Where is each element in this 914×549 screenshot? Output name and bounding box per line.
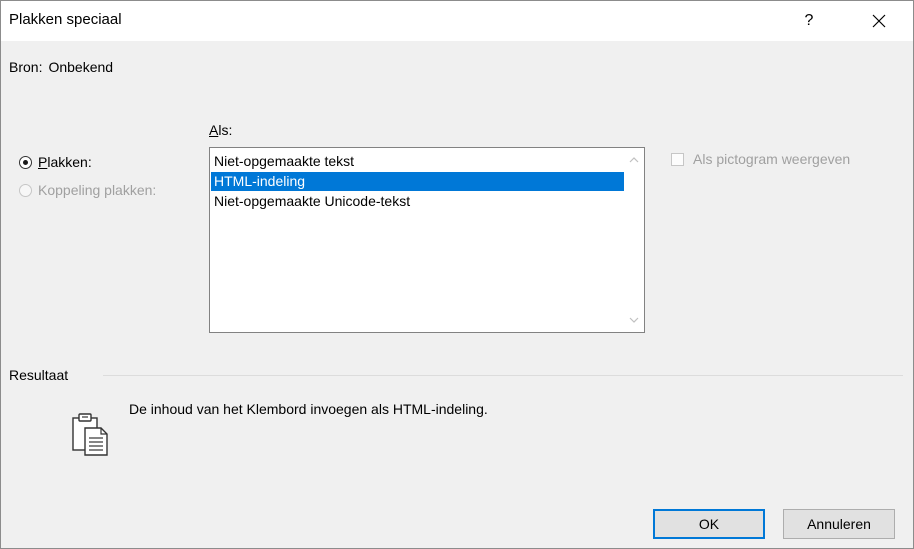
list-item-selected[interactable]: HTML-indeling bbox=[211, 172, 624, 191]
title-bar: Plakken speciaal ? bbox=[1, 1, 913, 41]
listbox-scrollbar[interactable] bbox=[624, 148, 644, 332]
chevron-down-icon bbox=[629, 317, 639, 323]
paste-radio-label: Plakken: bbox=[38, 154, 92, 170]
source-label: Bron: bbox=[9, 59, 43, 75]
paste-link-option[interactable]: Koppeling plakken: bbox=[19, 182, 156, 198]
list-item[interactable]: Niet-opgemaakte tekst bbox=[211, 152, 624, 171]
result-description: De inhoud van het Klembord invoegen als … bbox=[129, 401, 488, 417]
list-item[interactable]: Niet-opgemaakte Unicode-tekst bbox=[211, 192, 624, 211]
paste-radio[interactable] bbox=[19, 155, 32, 169]
help-button[interactable]: ? bbox=[793, 5, 825, 37]
close-icon bbox=[872, 14, 886, 28]
cancel-button[interactable]: Annuleren bbox=[783, 509, 895, 539]
dialog-title: Plakken speciaal bbox=[9, 11, 122, 28]
format-listbox[interactable]: Niet-opgemaakte tekst HTML-indeling Niet… bbox=[209, 147, 645, 333]
display-as-icon-checkbox[interactable] bbox=[671, 152, 684, 166]
chevron-up-icon bbox=[629, 157, 639, 163]
paste-link-label: Koppeling plakken: bbox=[38, 182, 157, 198]
scroll-up-button[interactable] bbox=[624, 150, 644, 170]
clipboard-paste-icon bbox=[71, 411, 111, 457]
help-icon: ? bbox=[804, 12, 814, 29]
display-as-icon-option[interactable]: Als pictogram weergeven bbox=[671, 151, 850, 167]
result-divider bbox=[103, 375, 903, 376]
paste-special-dialog: Plakken speciaal ? Bron: Onbekend Plakken… bbox=[0, 0, 914, 549]
as-label: Als: bbox=[209, 122, 233, 138]
source-info: Bron: Onbekend bbox=[9, 59, 113, 75]
paste-option[interactable]: Plakken: bbox=[19, 154, 92, 170]
display-as-icon-label: Als pictogram weergeven bbox=[693, 151, 851, 167]
scroll-down-button[interactable] bbox=[624, 310, 644, 330]
source-value: Onbekend bbox=[48, 59, 114, 75]
paste-link-radio[interactable] bbox=[19, 183, 32, 197]
close-button[interactable] bbox=[859, 5, 899, 37]
result-heading: Resultaat bbox=[9, 367, 69, 383]
ok-button[interactable]: OK bbox=[653, 509, 765, 539]
